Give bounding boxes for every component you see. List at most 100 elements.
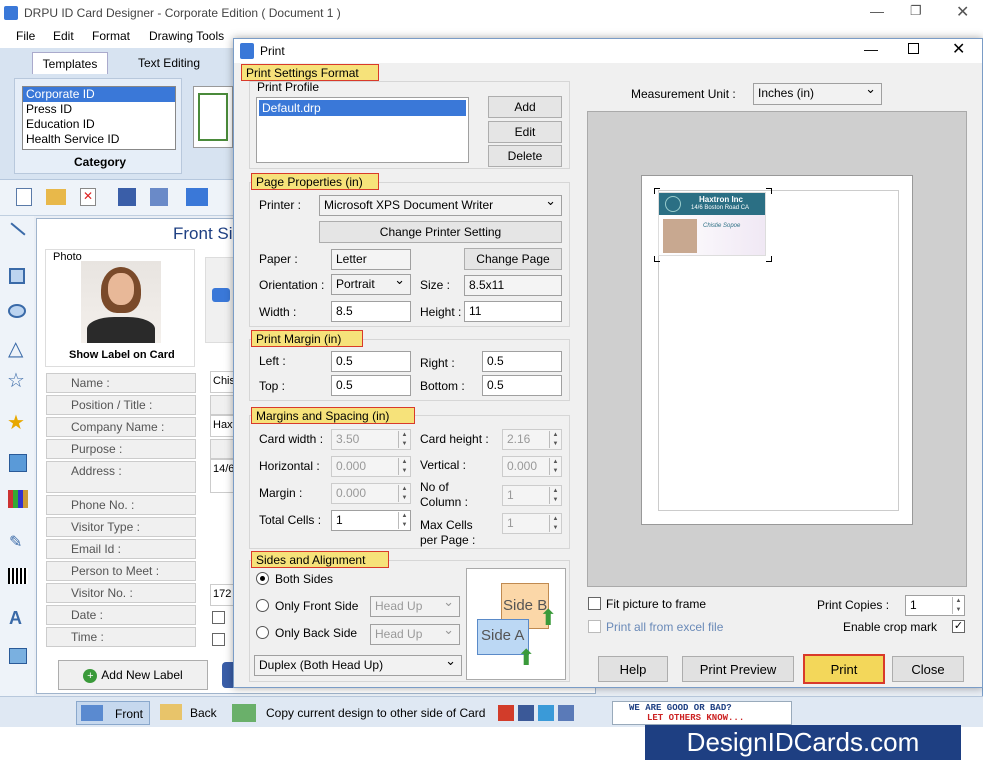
save-icon[interactable]: [118, 188, 136, 206]
margin-field[interactable]: 0.000 ▲ ▼: [331, 483, 411, 504]
library-tool-icon[interactable]: [8, 490, 28, 508]
new-icon[interactable]: [16, 188, 32, 206]
save-as-icon[interactable]: [150, 188, 168, 206]
top-margin-field[interactable]: 0.5: [331, 375, 411, 396]
back-button[interactable]: Back: [158, 701, 222, 725]
print-preview-button[interactable]: Print Preview: [682, 656, 794, 682]
time-checkbox[interactable]: [212, 633, 225, 646]
dialog-minimize-icon[interactable]: —: [864, 41, 878, 57]
tab-text-editing[interactable]: Text Editing: [126, 52, 212, 74]
vertical-field[interactable]: 0.000 ▲ ▼: [502, 456, 562, 477]
both-sides-radio[interactable]: [256, 572, 269, 585]
profile-item-default[interactable]: Default.drp: [259, 100, 466, 116]
edit-profile-button[interactable]: Edit: [488, 121, 562, 143]
margin-spinner-icon[interactable]: ▲ ▼: [398, 485, 410, 502]
template-thumbnail[interactable]: [193, 86, 233, 148]
category-item-corporate[interactable]: Corporate ID: [23, 87, 175, 102]
no-column-spinner-icon[interactable]: ▲ ▼: [549, 487, 561, 504]
date-checkbox[interactable]: [212, 611, 225, 624]
add-profile-button[interactable]: Add: [488, 96, 562, 118]
crop-mark-bl: [654, 256, 660, 262]
copy-design-button[interactable]: Copy current design to other side of Car…: [230, 701, 490, 725]
category-item-health[interactable]: Health Service ID: [23, 132, 175, 147]
facebook-icon[interactable]: [518, 705, 534, 721]
category-item-press[interactable]: Press ID: [23, 102, 175, 117]
close-icon[interactable]: ✕: [956, 2, 969, 22]
rectangle-tool-icon[interactable]: [9, 268, 25, 284]
triangle-tool-icon[interactable]: △: [8, 336, 23, 361]
bottom-margin-field[interactable]: 0.5: [482, 375, 562, 396]
field-label-visitor-no: Visitor No. :: [46, 583, 196, 603]
category-list[interactable]: Corporate ID Press ID Education ID Healt…: [22, 86, 176, 150]
enable-crop-checkbox[interactable]: ✓: [952, 620, 965, 633]
menu-drawing-tools[interactable]: Drawing Tools: [149, 29, 224, 43]
card-width-spinner-icon[interactable]: ▲ ▼: [398, 431, 410, 448]
dialog-maximize-icon[interactable]: [908, 43, 919, 54]
ellipse-tool-icon[interactable]: [8, 304, 26, 318]
card-width-field[interactable]: 3.50 ▲ ▼: [331, 429, 411, 450]
close-doc-icon[interactable]: ✕: [80, 188, 96, 206]
print-copies-spinner-icon[interactable]: ▲ ▼: [952, 597, 964, 614]
close-button[interactable]: Close: [892, 656, 964, 682]
like-icon[interactable]: [558, 705, 574, 721]
star-tool-icon[interactable]: ☆: [7, 368, 25, 393]
camera-icon[interactable]: [212, 288, 230, 302]
text-tool-icon[interactable]: A: [9, 608, 22, 629]
back-head-select[interactable]: Head Up: [370, 622, 460, 645]
profile-list[interactable]: Default.drp: [256, 97, 469, 163]
picture-tool-icon[interactable]: [9, 648, 27, 664]
left-margin-field[interactable]: 0.5: [331, 351, 411, 372]
right-margin-field[interactable]: 0.5: [482, 351, 562, 372]
photo-image[interactable]: [81, 261, 161, 343]
category-item-education[interactable]: Education ID: [23, 117, 175, 132]
line-tool-icon[interactable]: [10, 222, 26, 236]
menu-format[interactable]: Format: [92, 29, 130, 43]
image-tool-icon[interactable]: [9, 454, 27, 472]
feedback-banner[interactable]: WE ARE GOOD OR BAD? LET OTHERS KNOW...: [612, 701, 792, 725]
horizontal-field[interactable]: 0.000 ▲ ▼: [331, 456, 411, 477]
print-button[interactable]: Print: [803, 654, 885, 684]
printer-select[interactable]: Microsoft XPS Document Writer: [319, 193, 562, 216]
horizontal-spinner-icon[interactable]: ▲ ▼: [398, 458, 410, 475]
total-cells-spinner-icon[interactable]: ▲ ▼: [398, 512, 410, 529]
print-copies-field[interactable]: 1 ▲ ▼: [905, 595, 965, 616]
width-field[interactable]: 8.5: [331, 301, 411, 322]
delete-profile-button[interactable]: Delete: [488, 145, 562, 167]
export-icon[interactable]: [186, 188, 208, 206]
open-icon[interactable]: [46, 189, 66, 205]
add-new-label-button[interactable]: + Add New Label: [58, 660, 208, 690]
print-all-excel-checkbox[interactable]: [588, 620, 601, 633]
total-cells-field[interactable]: 1 ▲ ▼: [331, 510, 411, 531]
front-head-select[interactable]: Head Up: [370, 594, 460, 617]
max-cells-field[interactable]: 1 ▲ ▼: [502, 513, 562, 534]
symbol-tool-icon[interactable]: ★: [7, 410, 25, 435]
barcode-tool-icon[interactable]: [8, 568, 28, 584]
dialog-close-icon[interactable]: ✕: [952, 39, 965, 59]
change-printer-button[interactable]: Change Printer Setting: [319, 221, 562, 243]
only-back-radio[interactable]: [256, 626, 269, 639]
fit-picture-checkbox[interactable]: [588, 597, 601, 610]
vertical-spinner-icon[interactable]: ▲ ▼: [549, 458, 561, 475]
google-plus-icon[interactable]: [498, 705, 514, 721]
signature-tool-icon[interactable]: ✎: [9, 532, 22, 552]
duplex-select[interactable]: Duplex (Both Head Up): [254, 653, 462, 676]
front-button[interactable]: Front: [76, 701, 150, 725]
help-button[interactable]: Help: [598, 656, 668, 682]
max-cells-spinner-icon[interactable]: ▲ ▼: [549, 515, 561, 532]
card-height-field[interactable]: 2.16 ▲ ▼: [502, 429, 562, 450]
menu-file[interactable]: File: [16, 29, 35, 43]
paper-field[interactable]: Letter: [331, 249, 411, 270]
size-field[interactable]: 8.5x11: [464, 275, 562, 296]
no-column-field[interactable]: 1 ▲ ▼: [502, 485, 562, 506]
height-field[interactable]: 11: [464, 301, 562, 322]
menu-edit[interactable]: Edit: [53, 29, 74, 43]
measurement-unit-select[interactable]: Inches (in): [753, 81, 882, 105]
twitter-icon[interactable]: [538, 705, 554, 721]
only-front-radio[interactable]: [256, 599, 269, 612]
tab-templates[interactable]: Templates: [32, 52, 108, 74]
card-height-spinner-icon[interactable]: ▲ ▼: [549, 431, 561, 448]
change-page-button[interactable]: Change Page: [464, 248, 562, 270]
minimize-icon[interactable]: —: [870, 3, 884, 19]
restore-icon[interactable]: ❐: [910, 3, 922, 19]
orientation-select[interactable]: Portrait: [331, 272, 411, 295]
